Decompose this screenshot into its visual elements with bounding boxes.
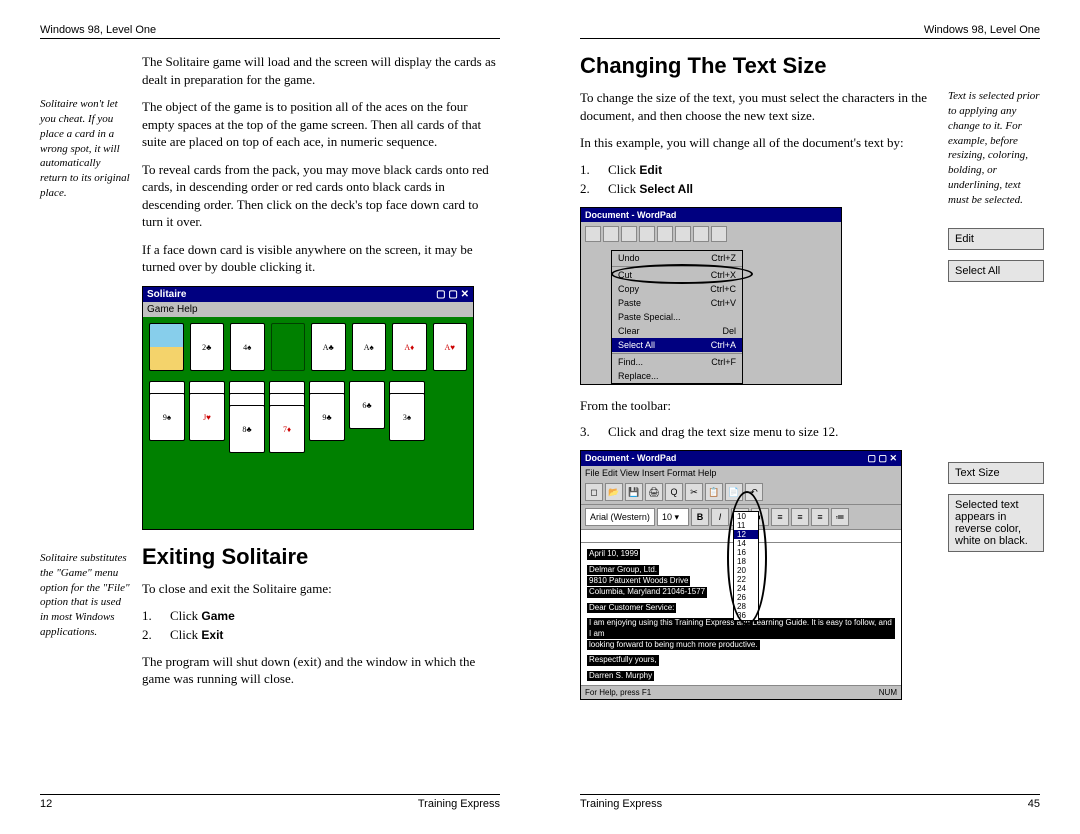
wordpad-title: Document - WordPad <box>585 453 676 464</box>
two-page-spread: Windows 98, Level One Solitaire won't le… <box>0 0 1080 834</box>
cmd-select-all: Select All <box>639 182 693 196</box>
cmd-game: Game <box>201 609 234 623</box>
card-ad: A♦ <box>392 323 427 371</box>
edit-steps: 1.Click Edit 2.Click Select All <box>580 162 930 197</box>
book-title: Windows 98, Level One <box>40 24 156 36</box>
card-9c: 9♣ <box>309 393 345 441</box>
window-controls-icon: ▢ ▢ ✕ <box>436 289 469 300</box>
margin-note-game-menu: Solitaire substitutes the "Game" menu op… <box>40 551 130 640</box>
font-size-combo: 10 ▾ <box>657 508 689 526</box>
margin-note-cheat: Solitaire won't let you cheat. If you pl… <box>40 97 130 201</box>
window-controls-icon: ▢ ▢ ✕ <box>867 453 897 464</box>
para-reveal: To reveal cards from the pack, you may m… <box>142 161 500 231</box>
wordpad-menu: File Edit View Insert Format Help <box>581 466 901 480</box>
menu-item-select-all: Select AllCtrl+A <box>612 338 742 352</box>
card-jh: J♥ <box>189 393 225 441</box>
toolbar-steps: 3.Click and drag the text size menu to s… <box>580 424 930 440</box>
cmd-edit: Edit <box>639 163 662 177</box>
callout-edit: Edit <box>948 228 1044 250</box>
cmd-exit: Exit <box>201 628 223 642</box>
callout-select-all: Select All <box>948 260 1044 282</box>
status-right: NUM <box>879 688 897 697</box>
card-3s: 3♠ <box>389 393 425 441</box>
para-load: The Solitaire game will load and the scr… <box>142 53 500 88</box>
card-2c: 2♣ <box>190 323 225 371</box>
page-number-right: 45 <box>1028 798 1040 810</box>
publisher-left: Training Express <box>418 798 500 810</box>
solitaire-screenshot: Solitaire ▢ ▢ ✕ Game Help 2♣ 4♠ A♣ A♠ A♦ <box>142 286 474 530</box>
publisher-right: Training Express <box>580 798 662 810</box>
card-9s: 9♠ <box>149 393 185 441</box>
wp-edit-title: Document - WordPad <box>581 208 841 222</box>
page-left: Windows 98, Level One Solitaire won't le… <box>0 0 540 834</box>
para-from-toolbar: From the toolbar: <box>580 397 930 415</box>
step-3-text: Click and drag the text size menu to siz… <box>608 424 930 440</box>
callout-text-size: Text Size <box>948 462 1044 484</box>
foundation-slot <box>271 323 306 371</box>
wordpad-toolbar-1: ◻📂💾🖨Q ✂📋📄↶ <box>581 480 901 505</box>
solitaire-title-text: Solitaire <box>147 289 186 300</box>
card-as: A♠ <box>352 323 387 371</box>
book-title-r: Windows 98, Level One <box>924 24 1040 36</box>
para-face-down: If a face down card is visible anywhere … <box>142 241 500 276</box>
card-ah: A♥ <box>433 323 468 371</box>
card-7d: 7♦ <box>269 405 305 453</box>
exit-steps: 1.Click Game 2.Click Exit <box>142 608 500 643</box>
heading-changing-text-size: Changing The Text Size <box>580 53 1040 79</box>
font-name-combo: Arial (Western) <box>585 508 655 526</box>
wordpad-window-screenshot: Document - WordPad ▢ ▢ ✕ File Edit View … <box>580 450 902 700</box>
page-right: Windows 98, Level One Changing The Text … <box>540 0 1080 834</box>
footer-left: 12 Training Express <box>40 794 500 810</box>
wordpad-edit-menu-screenshot: Document - WordPad UndoCtrl+Z CutCtrl+X … <box>580 207 842 385</box>
heading-exiting-solitaire: Exiting Solitaire <box>142 544 500 570</box>
card-8c: 8♣ <box>229 405 265 453</box>
font-size-dropdown: 10 11 12 14 16 18 20 22 24 26 28 36 <box>733 511 759 621</box>
para-change-size: To change the size of the text, you must… <box>580 89 930 124</box>
solitaire-menu: Game Help <box>143 302 473 317</box>
card-6c: 6♣ <box>349 381 385 429</box>
callout-reverse-color: Selected text appears in reverse color, … <box>948 494 1044 552</box>
card-deck-back <box>149 323 184 371</box>
status-left: For Help, press F1 <box>585 688 651 697</box>
running-head-left: Windows 98, Level One <box>40 24 500 39</box>
page-number-left: 12 <box>40 798 52 810</box>
running-head-right: Windows 98, Level One <box>580 24 1040 39</box>
para-shutdown: The program will shut down (exit) and th… <box>142 653 500 688</box>
margin-note-text-selected: Text is selected prior to applying any c… <box>948 89 1040 208</box>
para-example: In this example, you will change all of … <box>580 134 930 152</box>
card-ac: A♣ <box>311 323 346 371</box>
card-4s: 4♠ <box>230 323 265 371</box>
footer-right: Training Express 45 <box>580 794 1040 810</box>
solitaire-board: 2♣ 4♠ A♣ A♠ A♦ A♥ 10♥9♠ Q♥J♥ 10♠9♥8♣ <box>143 317 473 529</box>
para-object: The object of the game is to position al… <box>142 98 500 151</box>
para-to-close: To close and exit the Solitaire game: <box>142 580 500 598</box>
edit-menu-dropdown: UndoCtrl+Z CutCtrl+X CopyCtrl+C PasteCtr… <box>611 250 743 384</box>
